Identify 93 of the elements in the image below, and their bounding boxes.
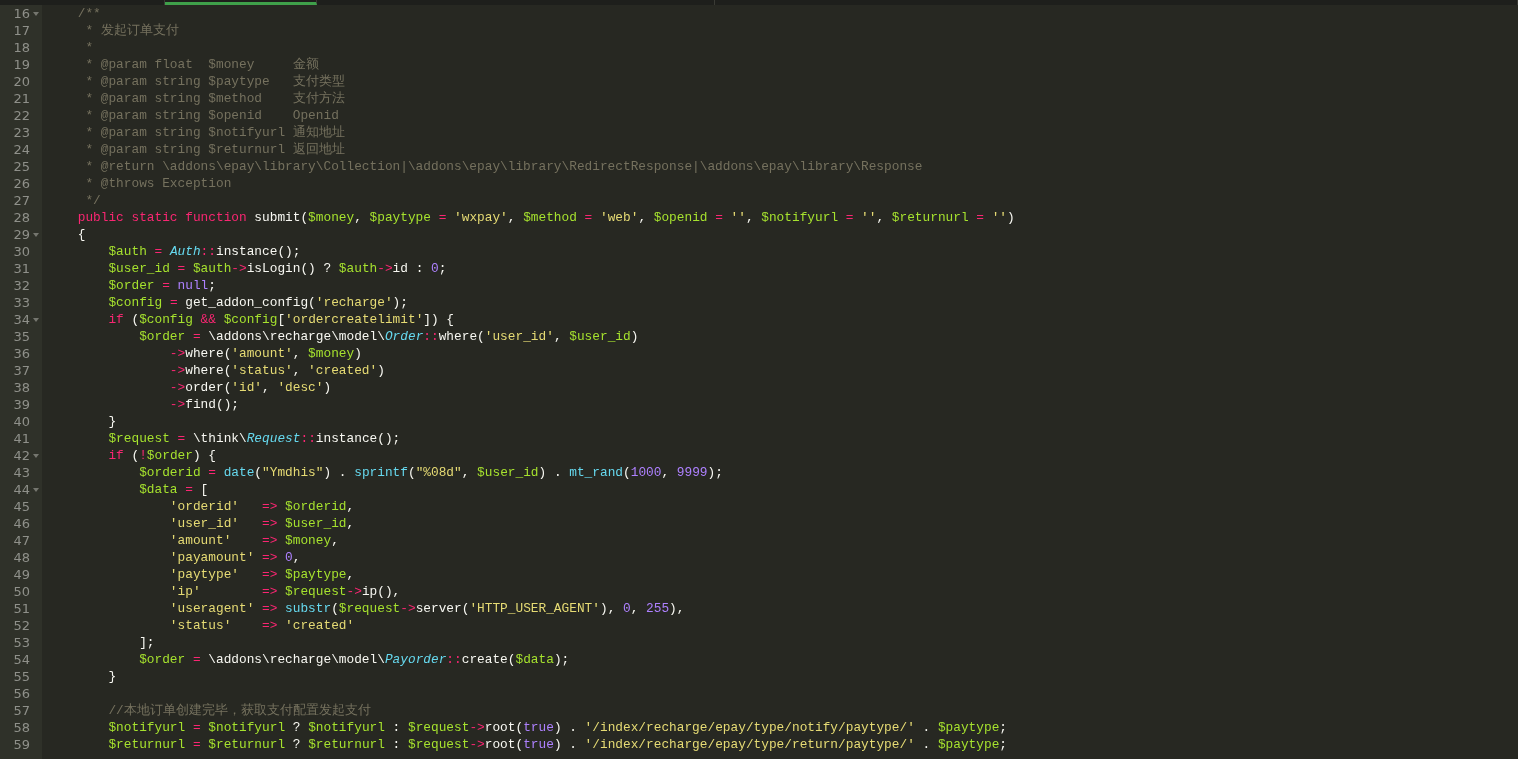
line-number: 30 — [12, 243, 30, 260]
code-line: $returnurl = $returnurl ? $returnurl : $request->root(true) . '/index/recharge/epay/type/return/paytype/' . $paytype; — [107, 736, 1007, 753]
code-line: $order = null; — [107, 277, 216, 294]
code-line: $order = \addons\recharge\model\Payorder::create($data); — [138, 651, 570, 668]
code-line: ]; — [138, 634, 155, 651]
code-line: ->where('status', 'created') — [168, 362, 385, 379]
code-comment: * — [84, 39, 94, 56]
code-comment: * 发起订单支付 — [84, 22, 179, 39]
code-line: ->where('amount', $money) — [168, 345, 362, 362]
line-number: 47 — [12, 532, 30, 549]
fold-arrow-icon[interactable] — [33, 453, 39, 458]
line-number: 26 — [12, 175, 30, 192]
code-line: 'status' => 'created' — [168, 617, 355, 634]
code-comment: /** — [76, 5, 101, 22]
line-number: 59 — [12, 736, 30, 753]
code-line: $order = \addons\recharge\model\Order::where('user_id', $user_id) — [138, 328, 639, 345]
line-number: 23 — [12, 124, 30, 141]
line-number: 41 — [12, 430, 30, 447]
code-comment: * @param string $returnurl 返回地址 — [84, 141, 345, 158]
code-line: $auth = Auth::instance(); — [107, 243, 301, 260]
line-number: 16 — [12, 5, 30, 22]
line-number: 51 — [12, 600, 30, 617]
line-number: 49 — [12, 566, 30, 583]
code-line: ->find(); — [168, 396, 239, 413]
fold-arrow-icon[interactable] — [33, 232, 39, 237]
code-line: 'ip' => $request->ip(), — [168, 583, 401, 600]
line-number: 39 — [12, 396, 30, 413]
code-line: 'amount' => $money, — [168, 532, 339, 549]
fold-arrow-icon[interactable] — [33, 11, 39, 16]
line-number: 20 — [12, 73, 30, 90]
line-number: 35 — [12, 328, 30, 345]
line-number: 50 — [12, 583, 30, 600]
code-line: if (!$order) { — [107, 447, 216, 464]
line-number: 32 — [12, 277, 30, 294]
fold-arrow-icon[interactable] — [33, 487, 39, 492]
code-comment: * @throws Exception — [84, 175, 232, 192]
line-number: 44 — [12, 481, 30, 498]
code-line: 'payamount' => 0, — [168, 549, 301, 566]
line-number: 57 — [12, 702, 30, 719]
code-line: $request = \think\Request::instance(); — [107, 430, 401, 447]
code-comment: * @param string $method 支付方法 — [84, 90, 345, 107]
code-line: 'paytype' => $paytype, — [168, 566, 355, 583]
line-number: 40 — [12, 413, 30, 430]
editor-tab[interactable] — [165, 0, 317, 5]
code-comment: * @param float $money 金额 — [84, 56, 319, 73]
line-number: 21 — [12, 90, 30, 107]
code-line: $config = get_addon_config('recharge'); — [107, 294, 408, 311]
code-line: 'user_id' => $user_id, — [168, 515, 355, 532]
line-number: 45 — [12, 498, 30, 515]
code-comment: */ — [84, 192, 101, 209]
line-number: 33 — [12, 294, 30, 311]
code-line: $data = [ — [138, 481, 209, 498]
line-number: 22 — [12, 107, 30, 124]
line-number: 52 — [12, 617, 30, 634]
line-number: 27 — [12, 192, 30, 209]
line-number: 37 — [12, 362, 30, 379]
code-line: if ($config && $config['ordercreatelimit']) { — [107, 311, 455, 328]
code-comment: //本地订单创建完毕，获取支付配置发起支付 — [107, 702, 371, 719]
line-number: 58 — [12, 719, 30, 736]
line-number: 34 — [12, 311, 30, 328]
code-line: 'orderid' => $orderid, — [168, 498, 355, 515]
code-line: { — [76, 226, 86, 243]
code-line: 'useragent' => substr($request->server('HTTP_USER_AGENT'), 0, 255), — [168, 600, 685, 617]
code-line: ->order('id', 'desc') — [168, 379, 332, 396]
line-number: 48 — [12, 549, 30, 566]
line-number: 18 — [12, 39, 30, 56]
fold-arrow-icon[interactable] — [33, 317, 39, 322]
code-comment: * @param string $paytype 支付类型 — [84, 73, 345, 90]
code-line: $orderid = date("Ymdhis") . sprintf("%08d", $user_id) . mt_rand(1000, 9999); — [138, 464, 723, 481]
line-number: 56 — [12, 685, 30, 702]
code-line: } — [107, 413, 117, 430]
code-line: $user_id = $auth->isLogin() ? $auth->id : 0; — [107, 260, 447, 277]
line-number: 17 — [12, 22, 30, 39]
line-number: 38 — [12, 379, 30, 396]
code-line: } — [107, 668, 117, 685]
code-line: $notifyurl = $notifyurl ? $notifyurl : $request->root(true) . '/index/recharge/epay/type/notify/paytype/' . $paytype; — [107, 719, 1007, 736]
line-number: 25 — [12, 158, 30, 175]
line-number: 53 — [12, 634, 30, 651]
code-comment: * @param string $openid Openid — [84, 107, 339, 124]
line-number: 55 — [12, 668, 30, 685]
line-number: 54 — [12, 651, 30, 668]
line-number: 19 — [12, 56, 30, 73]
line-number: 29 — [12, 226, 30, 243]
line-number: 36 — [12, 345, 30, 362]
line-number: 46 — [12, 515, 30, 532]
line-number: 43 — [12, 464, 30, 481]
code-line: public static function submit($money, $paytype = 'wxpay', $method = 'web', $openid = '', $notifyurl = '', $returnurl = '') — [76, 209, 1015, 226]
line-number: 42 — [12, 447, 30, 464]
line-number: 24 — [12, 141, 30, 158]
line-number: 31 — [12, 260, 30, 277]
line-number: 28 — [12, 209, 30, 226]
code-comment: * @param string $notifyurl 通知地址 — [84, 124, 345, 141]
code-comment: * @return \addons\epay\library\Collection|\addons\epay\library\RedirectResponse|\addons\epay\library\Response — [84, 158, 923, 175]
